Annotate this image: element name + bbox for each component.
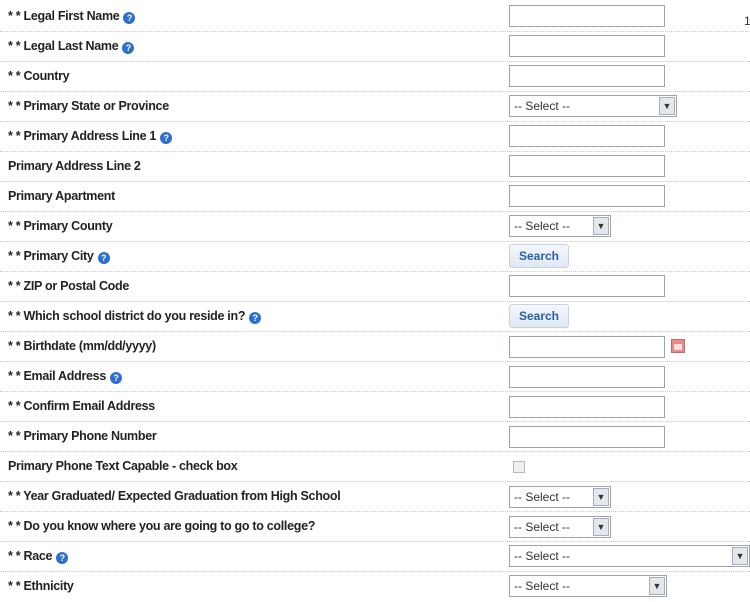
row-primary-address-1: * * Primary Address Line 1?	[0, 122, 750, 152]
required-marker: * *	[8, 249, 21, 263]
legal-first-name-label: * * Legal First Name?	[8, 2, 136, 31]
college-plan-select[interactable]: -- Select -- ▼	[509, 516, 611, 538]
select-value: -- Select --	[514, 549, 571, 563]
legal-last-name-input[interactable]	[509, 35, 665, 57]
required-marker: * *	[8, 339, 21, 353]
required-marker: * *	[8, 279, 21, 293]
required-marker: * *	[8, 69, 21, 83]
chevron-down-icon[interactable]: ▼	[593, 488, 609, 506]
year-graduated-select[interactable]: -- Select -- ▼	[509, 486, 611, 508]
row-country: * * Country	[0, 62, 750, 92]
row-primary-address-2: Primary Address Line 2	[0, 152, 750, 182]
corner-mark: 1	[744, 14, 750, 28]
required-marker: * *	[8, 309, 21, 323]
race-select[interactable]: -- Select -- ▼	[509, 545, 750, 567]
email-label: * * Email Address?	[8, 362, 122, 391]
zip-label: * * ZIP or Postal Code	[8, 279, 130, 293]
ethnicity-label: * * Ethnicity	[8, 579, 74, 593]
help-icon[interactable]: ?	[249, 312, 262, 324]
country-label: * * Country	[8, 69, 70, 83]
primary-apartment-label: Primary Apartment	[8, 189, 115, 203]
required-marker: * *	[8, 399, 21, 413]
country-input[interactable]	[509, 65, 665, 87]
row-primary-phone: * * Primary Phone Number	[0, 422, 750, 452]
row-legal-first-name: * * Legal First Name?	[0, 2, 750, 32]
phone-text-capable-label: Primary Phone Text Capable - check box	[8, 459, 238, 473]
year-graduated-label: * * Year Graduated/ Expected Graduation …	[8, 489, 341, 503]
required-marker: * *	[8, 429, 21, 443]
primary-address-1-label: * * Primary Address Line 1?	[8, 122, 173, 151]
help-icon[interactable]: ?	[123, 12, 136, 24]
primary-phone-label: * * Primary Phone Number	[8, 429, 157, 443]
phone-text-capable-checkbox[interactable]	[513, 461, 525, 473]
calendar-icon[interactable]	[671, 339, 685, 353]
email-input[interactable]	[509, 366, 665, 388]
select-value: -- Select --	[514, 219, 571, 233]
primary-address-2-input[interactable]	[509, 155, 665, 177]
primary-county-select[interactable]: -- Select -- ▼	[509, 215, 611, 237]
required-marker: * *	[8, 489, 21, 503]
row-primary-apartment: Primary Apartment	[0, 182, 750, 212]
row-zip: * * ZIP or Postal Code	[0, 272, 750, 302]
primary-county-label: * * Primary County	[8, 219, 113, 233]
ethnicity-select[interactable]: -- Select -- ▼	[509, 575, 667, 597]
required-marker: * *	[8, 519, 21, 533]
select-value: -- Select --	[514, 579, 571, 593]
primary-address-1-input[interactable]	[509, 125, 665, 147]
primary-state-select[interactable]: -- Select -- ▼	[509, 95, 677, 117]
required-marker: * *	[8, 99, 21, 113]
chevron-down-icon[interactable]: ▼	[659, 97, 675, 115]
legal-first-name-input[interactable]	[509, 5, 665, 27]
row-confirm-email: * * Confirm Email Address	[0, 392, 750, 422]
required-marker: * *	[8, 9, 21, 23]
school-district-label: * * Which school district do you reside …	[8, 302, 262, 331]
required-marker: * *	[8, 579, 21, 593]
required-marker: * *	[8, 549, 21, 563]
legal-last-name-label: * * Legal Last Name?	[8, 32, 135, 61]
race-label: * * Race?	[8, 542, 69, 571]
primary-phone-input[interactable]	[509, 426, 665, 448]
birthdate-input[interactable]	[509, 336, 665, 358]
required-marker: * *	[8, 129, 21, 143]
row-year-graduated: * * Year Graduated/ Expected Graduation …	[0, 482, 750, 512]
row-primary-county: * * Primary County -- Select -- ▼	[0, 212, 750, 242]
required-marker: * *	[8, 39, 21, 53]
primary-city-label: * * Primary City?	[8, 242, 110, 271]
chevron-down-icon[interactable]: ▼	[732, 547, 748, 565]
select-value: -- Select --	[514, 520, 571, 534]
chevron-down-icon[interactable]: ▼	[593, 217, 609, 235]
help-icon[interactable]: ?	[109, 372, 122, 384]
required-marker: * *	[8, 219, 21, 233]
chevron-down-icon[interactable]: ▼	[649, 577, 665, 595]
row-primary-city: * * Primary City? Search	[0, 242, 750, 272]
help-icon[interactable]: ?	[122, 42, 135, 54]
select-value: -- Select --	[514, 490, 571, 504]
row-race: * * Race? -- Select -- ▼	[0, 542, 750, 572]
row-primary-state: * * Primary State or Province -- Select …	[0, 92, 750, 122]
chevron-down-icon[interactable]: ▼	[593, 518, 609, 536]
birthdate-label: * * Birthdate (mm/dd/yyyy)	[8, 339, 156, 353]
row-birthdate: * * Birthdate (mm/dd/yyyy)	[0, 332, 750, 362]
primary-apartment-input[interactable]	[509, 185, 665, 207]
primary-state-label: * * Primary State or Province	[8, 99, 169, 113]
help-icon[interactable]: ?	[97, 252, 110, 264]
help-icon[interactable]: ?	[56, 552, 69, 564]
primary-address-2-label: Primary Address Line 2	[8, 159, 141, 173]
primary-city-search-button[interactable]: Search	[509, 244, 569, 268]
help-icon[interactable]: ?	[160, 132, 173, 144]
confirm-email-input[interactable]	[509, 396, 665, 418]
row-ethnicity: * * Ethnicity -- Select -- ▼	[0, 572, 750, 602]
row-college-plan: * * Do you know where you are going to g…	[0, 512, 750, 542]
school-district-search-button[interactable]: Search	[509, 304, 569, 328]
required-marker: * *	[8, 369, 21, 383]
confirm-email-label: * * Confirm Email Address	[8, 399, 155, 413]
college-plan-label: * * Do you know where you are going to g…	[8, 519, 316, 533]
row-email: * * Email Address?	[0, 362, 750, 392]
row-legal-last-name: * * Legal Last Name?	[0, 32, 750, 62]
row-school-district: * * Which school district do you reside …	[0, 302, 750, 332]
row-phone-text-capable: Primary Phone Text Capable - check box	[0, 452, 750, 482]
select-value: -- Select --	[514, 99, 571, 113]
zip-input[interactable]	[509, 275, 665, 297]
